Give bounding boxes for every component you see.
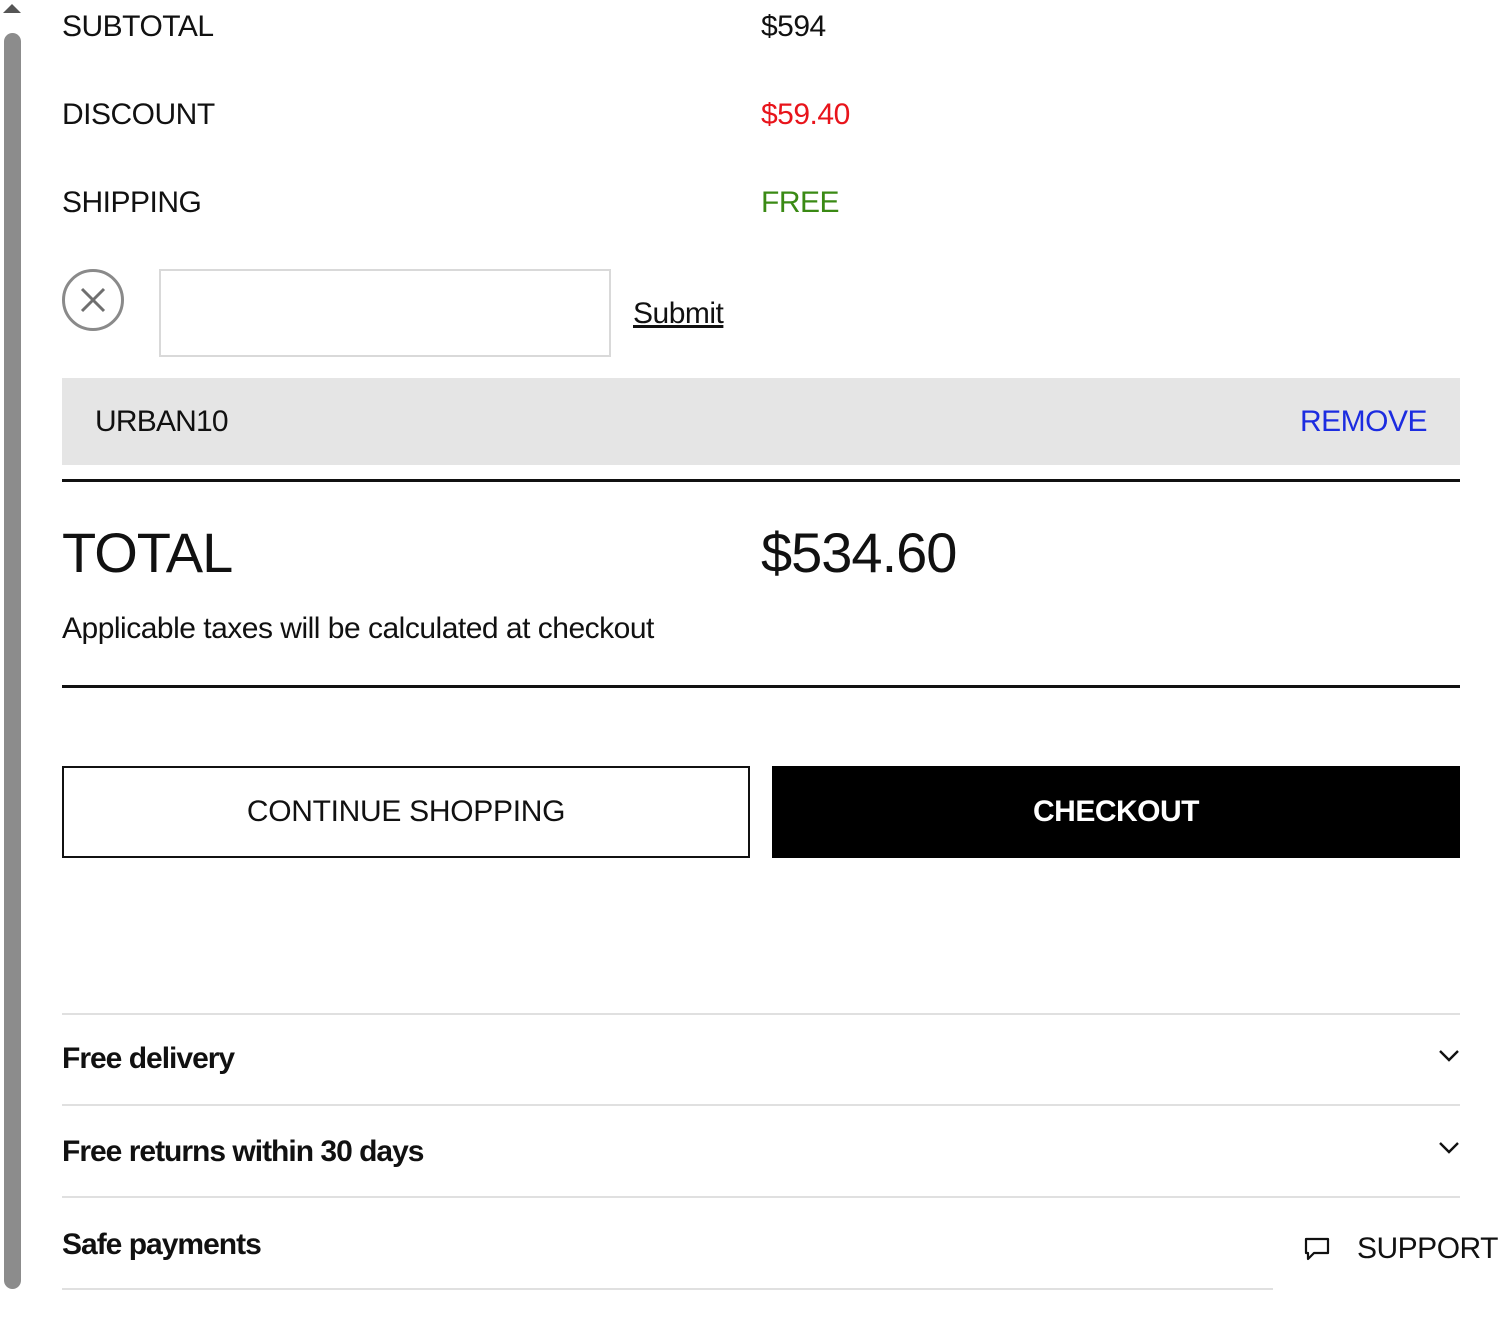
discount-label: DISCOUNT: [62, 98, 215, 131]
tax-note: Applicable taxes will be calculated at c…: [62, 612, 654, 645]
accordion-free-returns[interactable]: Free returns within 30 days: [62, 1134, 424, 1170]
divider: [62, 1104, 1460, 1106]
chevron-down-icon[interactable]: [1438, 1141, 1460, 1155]
scrollbar-thumb[interactable]: [4, 33, 21, 1289]
promo-code-input[interactable]: [159, 269, 611, 357]
divider: [62, 479, 1460, 482]
continue-shopping-button[interactable]: CONTINUE SHOPPING: [62, 766, 750, 858]
total-value: $534.60: [761, 521, 957, 584]
divider: [62, 685, 1460, 688]
discount-value: $59.40: [761, 98, 850, 131]
close-icon: [80, 287, 106, 313]
promo-submit-link[interactable]: Submit: [633, 296, 724, 332]
scroll-up-arrow-icon[interactable]: [3, 4, 21, 13]
total-label: TOTAL: [62, 521, 233, 584]
chevron-down-icon[interactable]: [1438, 1049, 1460, 1063]
divider: [62, 1288, 1273, 1290]
accordion-safe-payments[interactable]: Safe payments: [62, 1227, 262, 1263]
checkout-label: CHECKOUT: [1033, 795, 1200, 828]
remove-coupon-link[interactable]: REMOVE: [1300, 404, 1428, 440]
divider: [62, 1013, 1460, 1015]
divider: [62, 1196, 1460, 1198]
shipping-value: FREE: [761, 186, 840, 219]
support-button[interactable]: SUPPORT: [1303, 1229, 1498, 1269]
shipping-label: SHIPPING: [62, 186, 202, 219]
checkout-button[interactable]: CHECKOUT: [772, 766, 1460, 858]
support-label: SUPPORT: [1357, 1232, 1498, 1265]
chat-bubble-icon: [1304, 1237, 1330, 1261]
continue-shopping-label: CONTINUE SHOPPING: [246, 795, 566, 828]
cart-summary-page: SUBTOTAL $594 DISCOUNT $59.40 SHIPPING F…: [0, 0, 1500, 1321]
applied-coupon-bar: URBAN10 REMOVE: [62, 378, 1460, 465]
applied-coupon-code: URBAN10: [95, 405, 229, 438]
clear-promo-button[interactable]: [62, 269, 124, 331]
subtotal-label: SUBTOTAL: [62, 10, 214, 43]
accordion-free-delivery[interactable]: Free delivery: [62, 1041, 235, 1077]
subtotal-value: $594: [761, 10, 826, 43]
